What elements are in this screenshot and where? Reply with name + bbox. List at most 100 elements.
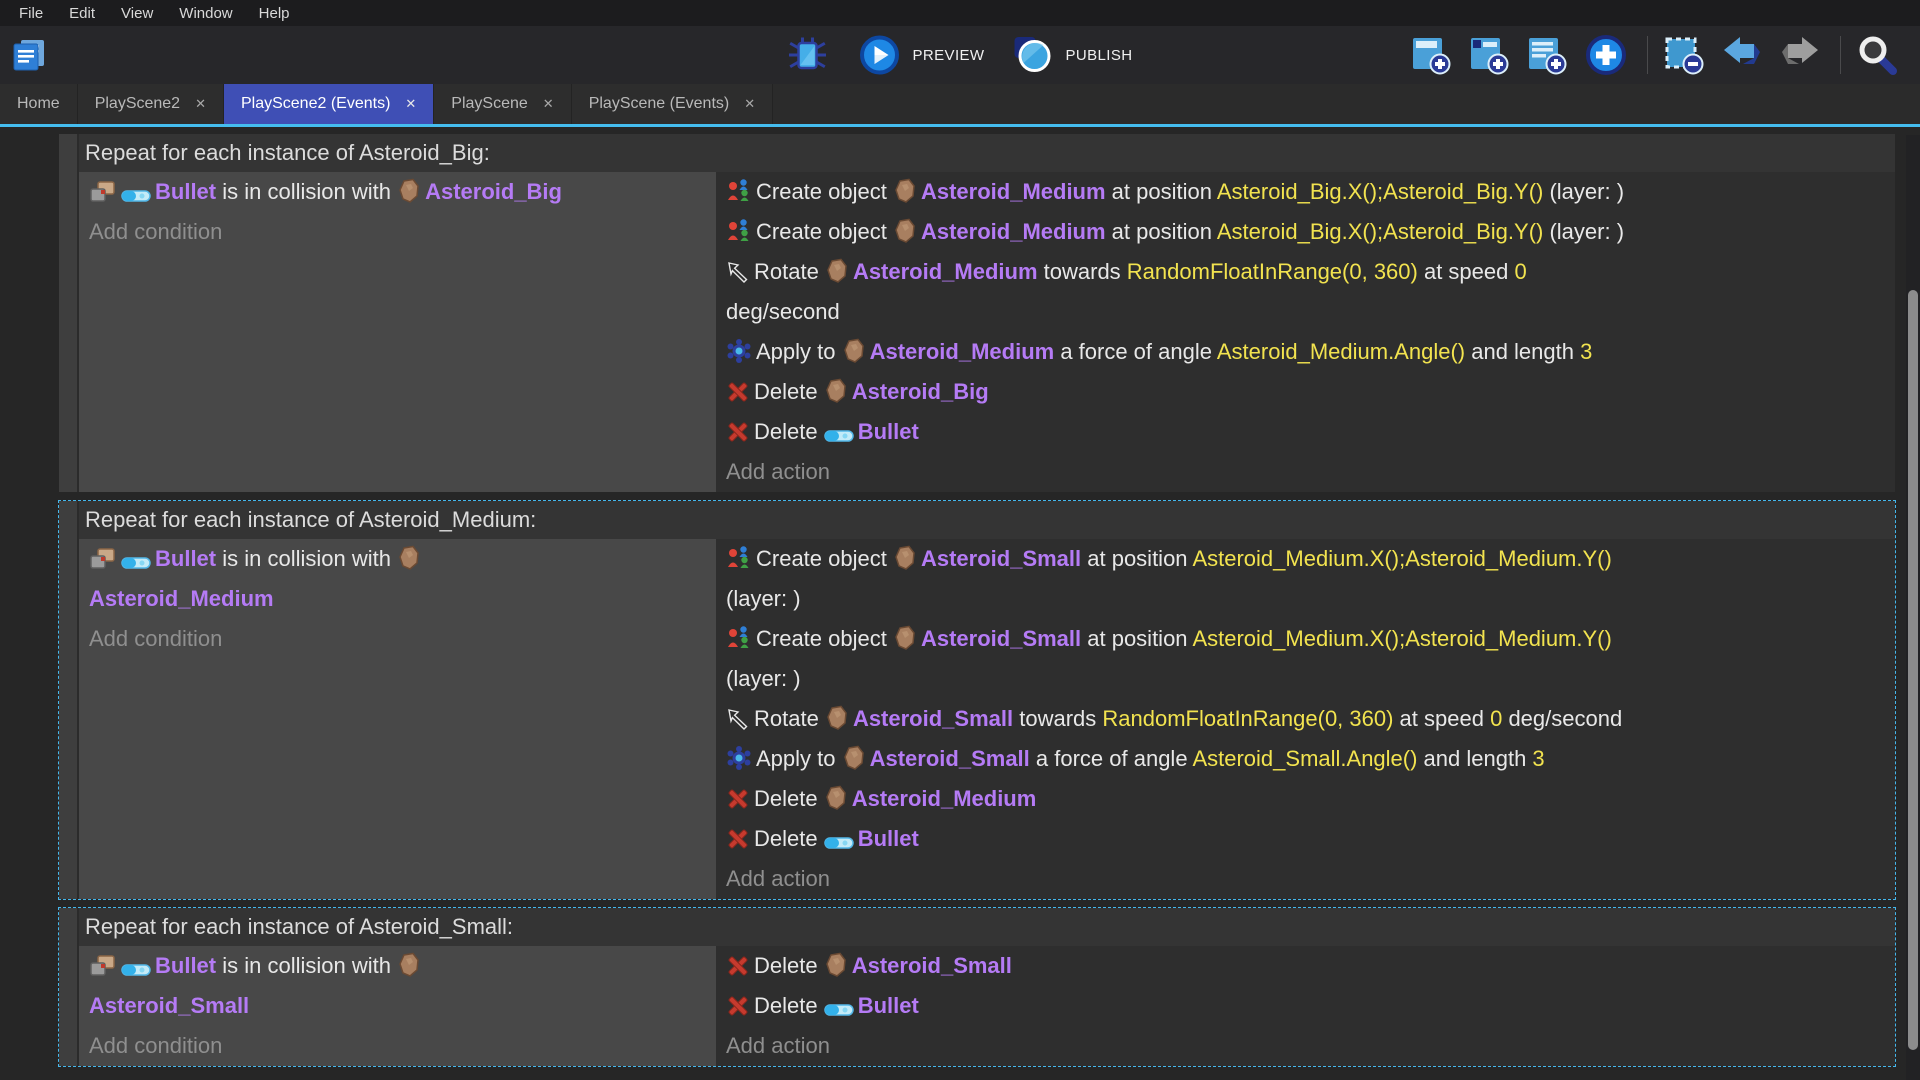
create-object-icon	[726, 625, 752, 651]
add-sub-event-button[interactable]	[1466, 32, 1516, 78]
menu-item-file[interactable]: File	[6, 5, 56, 22]
menu-item-view[interactable]: View	[108, 5, 166, 22]
action-row[interactable]: Rotate Asteroid_Small towards RandomFloa…	[726, 699, 1887, 739]
delete-icon	[726, 420, 750, 444]
sentence-text: Apply to	[756, 339, 842, 364]
expression-text: Asteroid_Big.X();Asteroid_Big.Y()	[1217, 219, 1543, 244]
add-comment-button[interactable]	[1524, 32, 1574, 78]
debugger-button[interactable]	[786, 33, 834, 77]
add-condition-button[interactable]: Add condition	[89, 212, 708, 252]
undo-icon	[1721, 34, 1763, 76]
condition-row[interactable]: Bullet is in collision with Asteroid_Sma…	[89, 946, 708, 1026]
menu-bar: File Edit View Window Help	[0, 0, 1920, 26]
actions-column: Create object Asteroid_Medium at positio…	[716, 172, 1895, 492]
remove-selection-button[interactable]	[1661, 32, 1711, 78]
event[interactable]: Repeat for each instance of Asteroid_Big…	[58, 133, 1896, 493]
preview-button[interactable]: PREVIEW	[858, 33, 987, 77]
vertical-scrollbar[interactable]	[1906, 135, 1920, 1080]
condition-row[interactable]: Bullet is in collision with Asteroid_Med…	[89, 539, 708, 619]
action-row[interactable]: Create object Asteroid_Small at position…	[726, 539, 1887, 619]
scrollbar-thumb[interactable]	[1908, 290, 1918, 1050]
sentence-text: a force of angle	[1030, 746, 1193, 771]
action-row[interactable]: Apply to Asteroid_Medium a force of angl…	[726, 332, 1887, 372]
tab-playscene2-events[interactable]: PlayScene2 (Events) ✕	[224, 84, 434, 124]
menu-item-edit[interactable]: Edit	[56, 5, 108, 22]
tab-playscene[interactable]: PlayScene ✕	[434, 84, 571, 124]
condition-row[interactable]: Bullet is in collision with Asteroid_Big	[89, 172, 708, 212]
tab-bar: Home PlayScene2 ✕ PlayScene2 (Events) ✕ …	[0, 84, 1920, 127]
event[interactable]: Repeat for each instance of Asteroid_Sma…	[58, 907, 1896, 1067]
action-row[interactable]: Delete Bullet	[726, 819, 1887, 859]
close-icon[interactable]: ✕	[744, 96, 755, 112]
publish-button[interactable]: PUBLISH	[1010, 33, 1134, 77]
sentence-text: Rotate	[754, 259, 825, 284]
asteroid-icon	[842, 745, 866, 771]
sentence-text: Create object	[756, 179, 893, 204]
action-row[interactable]: Delete Bullet	[726, 986, 1887, 1026]
asteroid-icon	[824, 378, 848, 404]
conditions-column: Bullet is in collision with Asteroid_Med…	[79, 539, 716, 899]
action-row[interactable]: Delete Asteroid_Big	[726, 372, 1887, 412]
search-icon	[1856, 34, 1898, 76]
asteroid-icon	[825, 258, 849, 284]
sentence-text: Delete	[754, 419, 824, 444]
project-manager-button[interactable]	[8, 34, 54, 76]
undo-button[interactable]	[1719, 32, 1769, 78]
object-name: Asteroid_Medium	[853, 259, 1038, 284]
event-drag-handle[interactable]	[59, 908, 79, 1066]
add-condition-button[interactable]: Add condition	[89, 1026, 708, 1066]
action-row[interactable]: Rotate Asteroid_Medium towards RandomFlo…	[726, 252, 1887, 332]
event-drag-handle[interactable]	[59, 501, 79, 899]
add-action-button[interactable]: Add action	[726, 859, 1887, 899]
object-name: Bullet	[858, 419, 919, 444]
add-action-button[interactable]: Add action	[726, 452, 1887, 492]
tab-playscene-events[interactable]: PlayScene (Events) ✕	[572, 84, 773, 124]
asteroid-icon	[397, 545, 421, 571]
tab-home[interactable]: Home	[0, 84, 78, 124]
event-header[interactable]: Repeat for each instance of Asteroid_Med…	[79, 501, 1895, 539]
object-name: Asteroid_Big	[425, 179, 562, 204]
action-row[interactable]: Delete Bullet	[726, 412, 1887, 452]
expression-text: Asteroid_Big.X();Asteroid_Big.Y()	[1217, 179, 1543, 204]
action-row[interactable]: Create object Asteroid_Small at position…	[726, 619, 1887, 699]
menu-item-help[interactable]: Help	[246, 5, 303, 22]
object-name: Asteroid_Medium	[870, 339, 1055, 364]
action-row[interactable]: Delete Asteroid_Medium	[726, 779, 1887, 819]
conditions-column: Bullet is in collision with Asteroid_Sma…	[79, 946, 716, 1066]
add-condition-button[interactable]: Add condition	[89, 619, 708, 659]
event-drag-handle[interactable]	[59, 134, 79, 492]
rotate-icon	[726, 707, 750, 731]
object-name: Bullet	[155, 953, 216, 978]
redo-button[interactable]	[1777, 32, 1827, 78]
action-row[interactable]: Create object Asteroid_Medium at positio…	[726, 212, 1887, 252]
action-row[interactable]: Create object Asteroid_Medium at positio…	[726, 172, 1887, 212]
action-row[interactable]: Apply to Asteroid_Small a force of angle…	[726, 739, 1887, 779]
toolbar-separator	[1840, 36, 1841, 74]
remove-selection-icon	[1663, 34, 1705, 76]
expression-text: 3	[1580, 339, 1592, 364]
object-name: Asteroid_Small	[853, 706, 1013, 731]
project-manager-icon	[10, 36, 48, 74]
menu-item-window[interactable]: Window	[166, 5, 245, 22]
expression-text: Asteroid_Medium.Angle()	[1217, 339, 1465, 364]
event-header[interactable]: Repeat for each instance of Asteroid_Sma…	[79, 908, 1895, 946]
object-name: Asteroid_Small	[921, 546, 1081, 571]
search-button[interactable]	[1854, 32, 1904, 78]
sentence-text: and length	[1417, 746, 1532, 771]
add-event-button[interactable]	[1408, 32, 1458, 78]
add-circle-icon	[1584, 33, 1628, 77]
action-row[interactable]: Delete Asteroid_Small	[726, 946, 1887, 986]
event-header[interactable]: Repeat for each instance of Asteroid_Big…	[79, 134, 1895, 172]
tab-playscene2[interactable]: PlayScene2 ✕	[78, 84, 224, 124]
add-action-button[interactable]: Add action	[726, 1026, 1887, 1066]
event[interactable]: Repeat for each instance of Asteroid_Med…	[58, 500, 1896, 900]
sentence-text: towards	[1038, 259, 1127, 284]
collision-icon	[89, 547, 117, 571]
object-name: Asteroid_Medium	[852, 786, 1037, 811]
close-icon[interactable]: ✕	[195, 96, 206, 112]
close-icon[interactable]: ✕	[405, 96, 416, 112]
conditions-column: Bullet is in collision with Asteroid_Big…	[79, 172, 716, 492]
sentence-text: Apply to	[756, 746, 842, 771]
add-new-button[interactable]	[1582, 31, 1634, 79]
close-icon[interactable]: ✕	[543, 96, 554, 112]
